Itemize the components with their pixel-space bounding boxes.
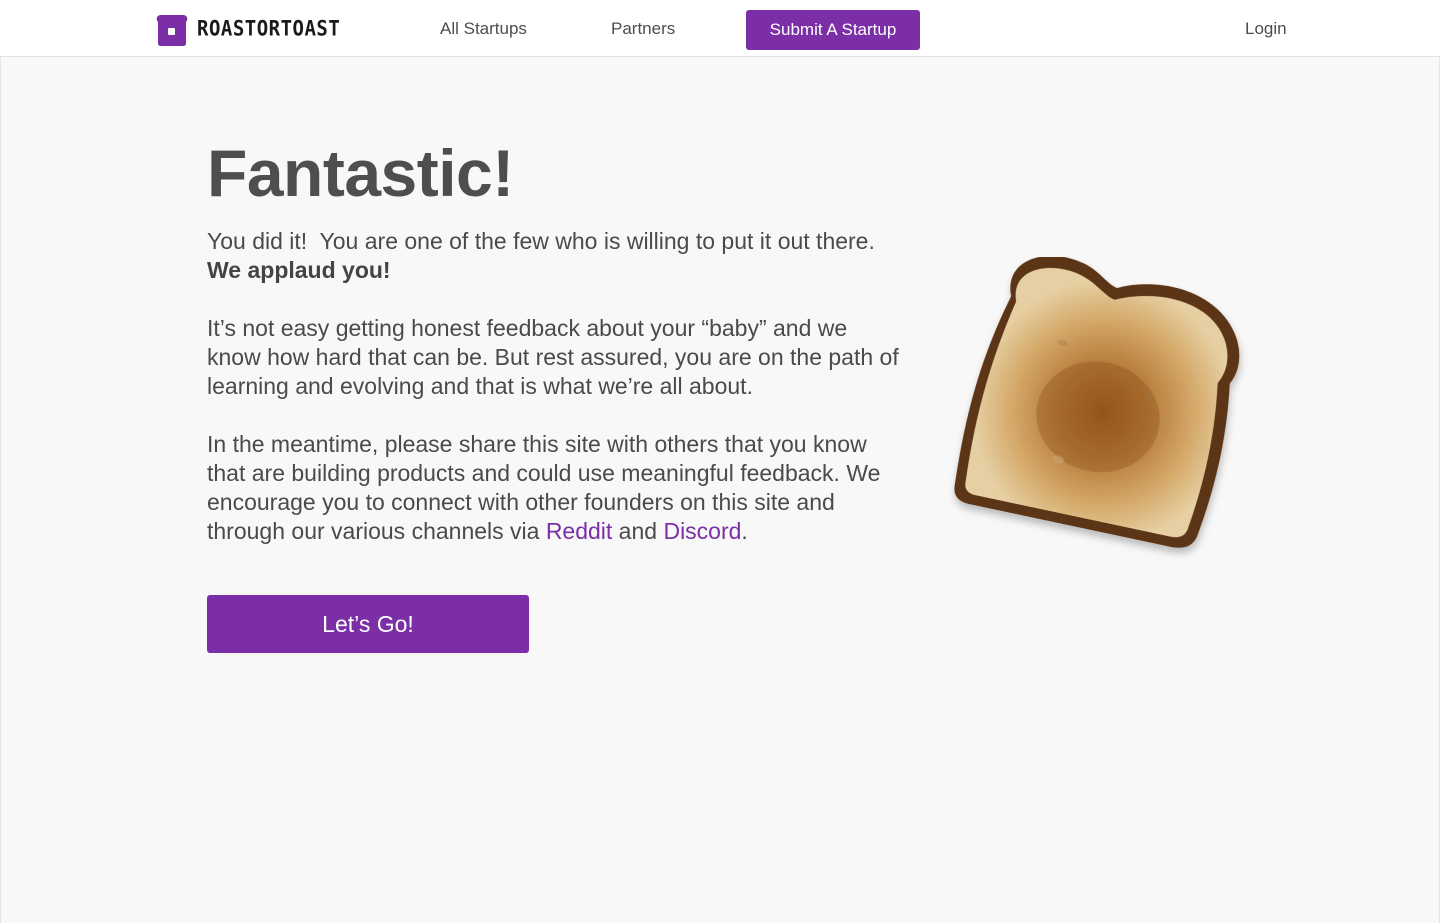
paragraph-share: In the meantime, please share this site … [207,430,907,546]
main-content: Fantastic! You did it! You are one of th… [0,57,1440,923]
nav-partners[interactable]: Partners [611,18,675,40]
submit-startup-button[interactable]: Submit A Startup [746,10,920,50]
nav-login[interactable]: Login [1245,18,1287,40]
share-period: . [741,518,748,544]
brand-name: ROASTORTOAST [197,16,341,42]
share-and-text: and [612,518,664,544]
nav-all-startups[interactable]: All Startups [440,18,527,40]
paragraph-applause: You did it! You are one of the few who i… [207,227,907,285]
brand-logo[interactable]: ROASTORTOAST [155,12,340,46]
discord-link[interactable]: Discord [663,518,741,544]
share-text: In the meantime, please share this site … [207,431,881,544]
applause-text: You did it! You are one of the few who i… [207,228,882,254]
top-navigation-bar: ROASTORTOAST All Startups Partners Submi… [0,0,1440,57]
reddit-link[interactable]: Reddit [546,518,612,544]
confirmation-copy: You did it! You are one of the few who i… [207,227,907,575]
lets-go-button[interactable]: Let’s Go! [207,595,529,653]
page-title: Fantastic! [207,136,514,210]
paragraph-feedback: It’s not easy getting honest feedback ab… [207,315,899,399]
toast-logo-icon [156,14,188,46]
applause-emphasis: We applaud you! [207,257,391,283]
toasted-bread-image [954,257,1240,548]
